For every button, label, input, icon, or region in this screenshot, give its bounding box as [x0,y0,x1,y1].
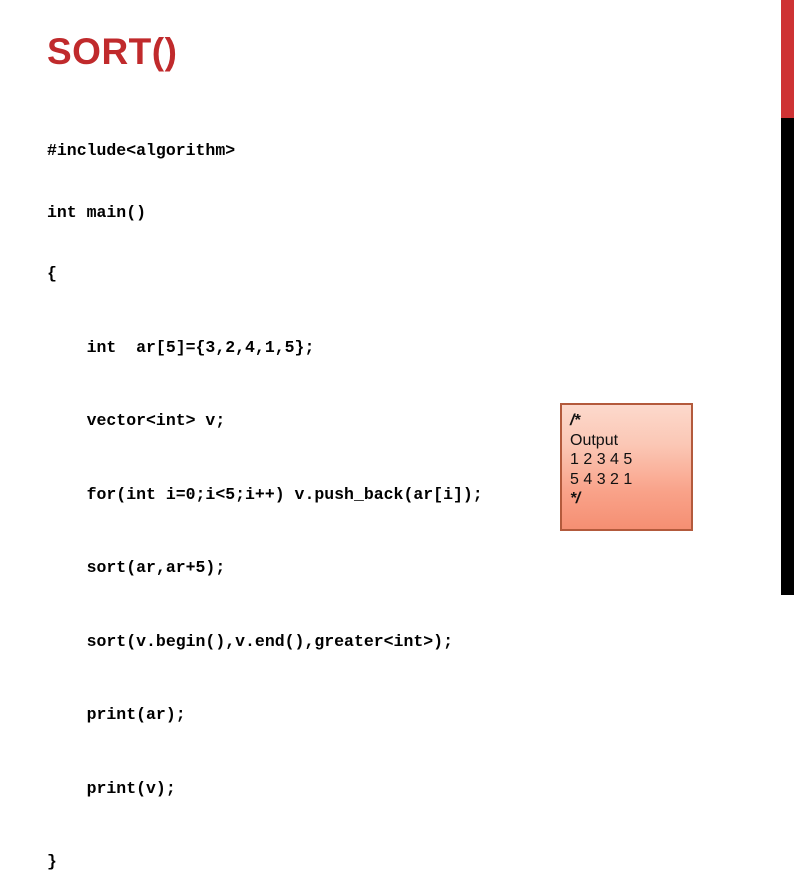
code-line: print(v); [47,778,176,798]
code-line: #include<algorithm> [47,141,236,160]
output-line: /* [570,412,580,429]
output-line: 5 4 3 2 1 [570,470,633,488]
output-line: Output [570,431,619,449]
code-line: { [47,264,57,283]
code-line: int main() [47,202,147,222]
code-line: int ar[5]={3,2,4,1,5}; [47,337,315,357]
code-line: print(ar); [47,705,186,724]
output-line: */ [570,490,580,508]
output-comment-box: /* Output 1 2 3 4 5 5 4 3 2 1 */ [560,403,693,531]
decor-bar-red [781,0,794,118]
code-line: sort(v.begin(),v.end(),greater<int>); [47,631,453,651]
page-title: SORT() [47,31,178,72]
output-line: 1 2 3 4 5 [570,451,633,469]
code-line: sort(ar,ar+5); [47,558,226,577]
decor-bar-black [781,118,794,595]
code-line: } [47,852,57,871]
